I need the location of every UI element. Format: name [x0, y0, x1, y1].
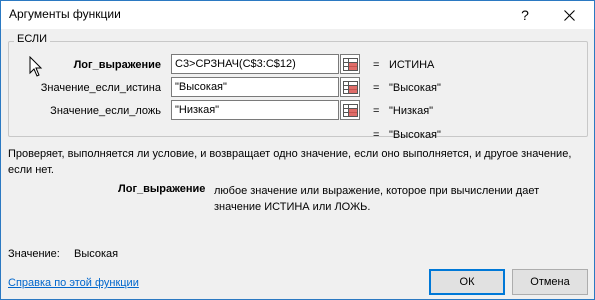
- value-label: Значение:: [8, 248, 60, 260]
- arg-help-text: любое значение или выражение, которое пр…: [214, 185, 540, 213]
- range-select-icon: [343, 104, 358, 117]
- collapse-dialog-button[interactable]: [340, 100, 360, 120]
- equals-sign: =: [373, 129, 380, 141]
- help-link[interactable]: Справка по этой функции: [8, 277, 139, 289]
- arg-help-name: Лог_выражение: [118, 183, 206, 195]
- function-description: Проверяет, выполняется ли условие, и воз…: [8, 148, 572, 176]
- equals-sign: =: [373, 82, 380, 94]
- arg-input-value-if-false[interactable]: "Низкая": [171, 100, 339, 120]
- range-select-icon: [343, 58, 358, 71]
- equals-sign: =: [373, 59, 380, 71]
- cancel-button[interactable]: Отмена: [512, 269, 588, 295]
- window-title: Аргументы функции: [9, 7, 121, 21]
- arg-input-value-if-true[interactable]: "Высокая": [171, 77, 339, 97]
- ok-button[interactable]: ОК: [429, 269, 505, 295]
- arg-result-value-if-true: "Высокая": [389, 82, 441, 94]
- arg-label-value-if-false: Значение_если_ложь: [50, 105, 161, 117]
- arg-result-value-if-false: "Низкая": [389, 105, 434, 117]
- function-arguments-dialog: Аргументы функции ? ЕСЛИ Лог_выражение C…: [0, 0, 595, 300]
- close-button[interactable]: [549, 3, 589, 27]
- range-select-icon: [343, 81, 358, 94]
- help-button[interactable]: ?: [513, 3, 537, 27]
- close-icon: [563, 9, 575, 21]
- mouse-cursor-icon: [29, 56, 43, 77]
- function-name: ЕСЛИ: [14, 33, 51, 45]
- arg-result-logical-test: ИСТИНА: [389, 59, 435, 71]
- equals-sign: =: [373, 105, 380, 117]
- arg-label-value-if-true: Значение_если_истина: [40, 82, 161, 94]
- value-result: Высокая: [74, 248, 119, 260]
- formula-result: "Высокая": [389, 129, 441, 141]
- title-bar: Аргументы функции ?: [1, 1, 594, 29]
- collapse-dialog-button[interactable]: [340, 77, 360, 97]
- collapse-dialog-button[interactable]: [340, 54, 360, 74]
- arg-input-logical-test[interactable]: C3>СРЗНАЧ(C$3:C$12): [171, 54, 339, 74]
